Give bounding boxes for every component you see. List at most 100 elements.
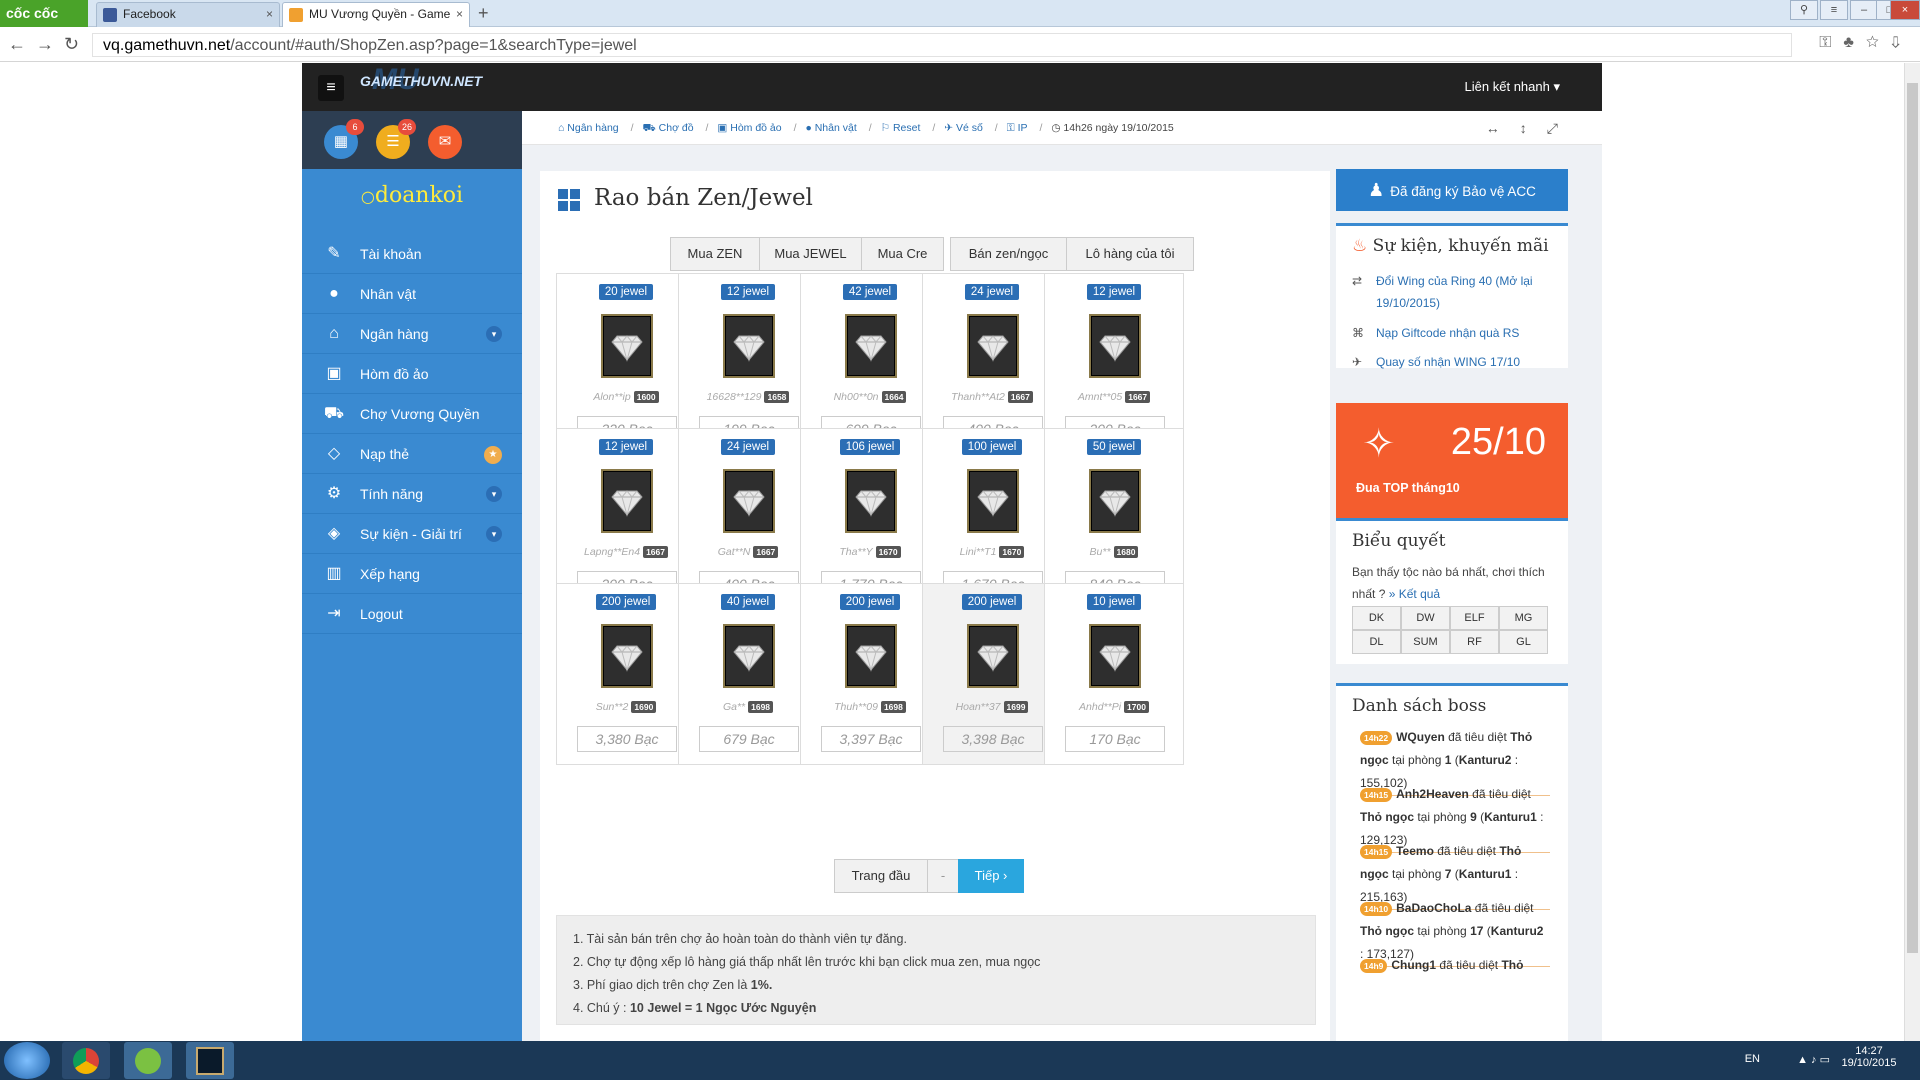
price-button[interactable]: 170 Bạc xyxy=(1065,726,1165,752)
poll-option[interactable]: RF xyxy=(1450,630,1499,654)
close-tab-icon[interactable]: × xyxy=(266,3,273,26)
buy-jewel-button[interactable]: Mua JEWEL xyxy=(759,237,862,271)
calendar-button[interactable]: ▦ 6 xyxy=(324,119,364,159)
next-page-button[interactable]: Tiếp › xyxy=(958,859,1024,893)
list-button[interactable]: ☰ 26 xyxy=(376,119,416,159)
start-button[interactable] xyxy=(4,1042,50,1079)
poll-option[interactable]: GL xyxy=(1499,630,1548,654)
reload-icon[interactable]: ↻ xyxy=(64,34,89,54)
expand-width-icon[interactable]: ↔ xyxy=(1486,120,1514,136)
sell-button[interactable]: Bán zen/ngọc xyxy=(950,237,1067,271)
product-card[interactable]: 40 jewel Ga** 1698 679 Bạc xyxy=(678,583,818,765)
download-icon[interactable]: ⇩ xyxy=(1891,34,1912,51)
new-tab-icon[interactable]: + xyxy=(478,3,489,24)
poll-option[interactable]: ELF xyxy=(1450,606,1499,630)
price-button[interactable]: 3,398 Bạc xyxy=(943,726,1043,752)
fullscreen-icon[interactable]: ⤢ xyxy=(1547,120,1572,136)
account-protection-button[interactable]: ♟ Đã đăng ký Bảo vệ ACC xyxy=(1336,169,1568,211)
sidebar-item-nap-the[interactable]: ◇ Nạp thẻ ★ xyxy=(302,434,522,474)
sidebar-item-nhan-vat[interactable]: ● Nhân vật xyxy=(302,274,522,314)
crumb-ve-so[interactable]: ✈ Vé số xyxy=(944,122,989,134)
room-label: tại phòng xyxy=(1417,924,1467,938)
price-button[interactable]: 3,397 Bạc xyxy=(821,726,921,752)
my-lots-button[interactable]: Lô hàng của tôi xyxy=(1066,237,1194,271)
language-indicator[interactable]: EN xyxy=(1745,1053,1760,1065)
sidebar-item-tai-khoan[interactable]: ✎ Tài khoản xyxy=(302,234,522,274)
minimize-icon[interactable]: – xyxy=(1850,0,1878,20)
list-count-badge: 26 xyxy=(398,119,416,135)
player-name: BaDaoChoLa xyxy=(1396,901,1472,915)
events-panel: ♨ Sự kiện, khuyến mãi ⇄ Đổi Wing của Ring… xyxy=(1336,223,1568,369)
seller-name: Lini**T1 xyxy=(959,546,997,558)
browser-brand[interactable]: cốc cốc xyxy=(0,0,88,27)
menu-toggle-icon[interactable]: ≡ xyxy=(318,75,344,101)
top-ranking-banner[interactable]: ✧ 25/10 Đua TOP tháng10 xyxy=(1336,403,1568,519)
poll-result-link[interactable]: » Kết quả xyxy=(1389,587,1440,601)
tab-mu-vuong-quyen[interactable]: MU Vương Quyền - Game × xyxy=(282,2,470,27)
boss-name: Thỏ ngọc xyxy=(1360,810,1414,824)
poll-option[interactable]: DK xyxy=(1352,606,1401,630)
event-link[interactable]: ⌘ Nạp Giftcode nhận quà RS xyxy=(1352,322,1552,344)
sidebar-item-cho-vuong-quyen[interactable]: ⛟ Chợ Vương Quyền xyxy=(302,394,522,434)
site-logo[interactable]: MU GAMETHUVN.NET xyxy=(360,63,482,96)
product-card[interactable]: 200 jewel Thuh**09 1698 3,397 Bạc xyxy=(800,583,940,765)
sidebar-item-xep-hang[interactable]: ▥ Xếp hạng xyxy=(302,554,522,594)
quick-links-dropdown[interactable]: Liên kết nhanh ▾ xyxy=(1465,79,1560,95)
expand-height-icon[interactable]: ↕ xyxy=(1520,120,1541,136)
bookmark-star-icon[interactable]: ☆ xyxy=(1866,34,1891,51)
diamond-icon xyxy=(855,645,887,672)
crumb-cho-do[interactable]: ⛟ Chợ đồ xyxy=(643,122,700,134)
crumb-nhan-vat[interactable]: ● Nhân vật xyxy=(805,122,862,134)
sidebar-item-su-kien[interactable]: ◈ Sự kiện - Giải trí ▾ xyxy=(302,514,522,554)
sidebar-item-tinh-nang[interactable]: ⚙ Tính năng ▾ xyxy=(302,474,522,514)
crumb-ip[interactable]: ⚿ IP xyxy=(1007,122,1034,134)
first-page-button[interactable]: Trang đầu xyxy=(834,859,928,893)
chat-button[interactable]: ✉ xyxy=(428,125,462,159)
poll-option[interactable]: DW xyxy=(1401,606,1450,630)
sidebar-item-hom-do-ao[interactable]: ▣ Hòm đồ ảo xyxy=(302,354,522,394)
buy-zen-button[interactable]: Mua ZEN xyxy=(670,237,760,271)
price-button[interactable]: 3,380 Bạc xyxy=(577,726,677,752)
seller-name: Hoan**37 xyxy=(955,701,1001,713)
poll-option[interactable]: DL xyxy=(1352,630,1401,654)
clock-time: 14:27 xyxy=(1855,1045,1883,1057)
coccoc-taskbar-icon[interactable] xyxy=(124,1042,172,1079)
diamond-icon xyxy=(611,490,643,517)
crumb-hom-do-ao[interactable]: ▣ Hòm đồ ảo xyxy=(717,122,787,134)
key-icon[interactable]: ⚿ xyxy=(1819,34,1843,51)
product-card[interactable]: 200 jewel Sun**2 1690 3,380 Bạc xyxy=(556,583,696,765)
game-favicon-icon xyxy=(289,8,303,22)
user-icon[interactable]: ⚲ xyxy=(1790,0,1818,20)
buy-cre-button[interactable]: Mua Cre xyxy=(861,237,944,271)
jewel-item-image xyxy=(967,314,1019,378)
url-field[interactable]: vq.gamethuvn.net/account/#auth/ShopZen.a… xyxy=(92,33,1792,57)
settings-icon[interactable]: ≡ xyxy=(1820,0,1848,20)
product-card[interactable]: 10 jewel Anhd**Pi 1700 170 Bạc xyxy=(1044,583,1184,765)
diamond-icon xyxy=(977,645,1009,672)
tab-facebook[interactable]: Facebook × xyxy=(96,2,280,27)
sidebar-item-logout[interactable]: ⇥ Logout xyxy=(302,594,522,634)
back-icon[interactable]: ← xyxy=(8,34,36,54)
page-scrollbar[interactable] xyxy=(1904,63,1920,1041)
forward-icon[interactable]: → xyxy=(36,34,64,54)
poll-option[interactable]: SUM xyxy=(1401,630,1450,654)
poll-option[interactable]: MG xyxy=(1499,606,1548,630)
event-link[interactable]: ⇄ Đổi Wing của Ring 40 (Mở lại 19/10/2015… xyxy=(1352,270,1552,314)
close-tab-icon[interactable]: × xyxy=(456,3,463,26)
close-window-icon[interactable]: × xyxy=(1890,0,1920,20)
chrome-taskbar-icon[interactable] xyxy=(62,1042,110,1079)
event-link[interactable]: ✈ Quay số nhận WING 17/10 xyxy=(1352,351,1552,373)
diamond-icon xyxy=(733,490,765,517)
sidebar-item-ngan-hang[interactable]: ⌂ Ngân hàng ▾ xyxy=(302,314,522,354)
crumb-reset[interactable]: ⚐ Reset xyxy=(881,122,927,134)
scrollbar-thumb[interactable] xyxy=(1907,83,1918,953)
tray-icons[interactable]: ▲ ♪ ▭ xyxy=(1797,1053,1830,1066)
product-card[interactable]: 200 jewel Hoan**37 1699 3,398 Bạc xyxy=(922,583,1062,765)
extension-icon[interactable]: ♣ xyxy=(1843,34,1866,51)
price-button[interactable]: 679 Bạc xyxy=(699,726,799,752)
clock[interactable]: 14:27 19/10/2015 xyxy=(1834,1045,1904,1069)
crumb-ngan-hang[interactable]: ⌂ Ngân hàng xyxy=(558,122,625,134)
league-taskbar-icon[interactable] xyxy=(186,1042,234,1079)
seller-level-badge: 1667 xyxy=(1007,391,1033,403)
edit-icon: ✎ xyxy=(327,245,341,262)
